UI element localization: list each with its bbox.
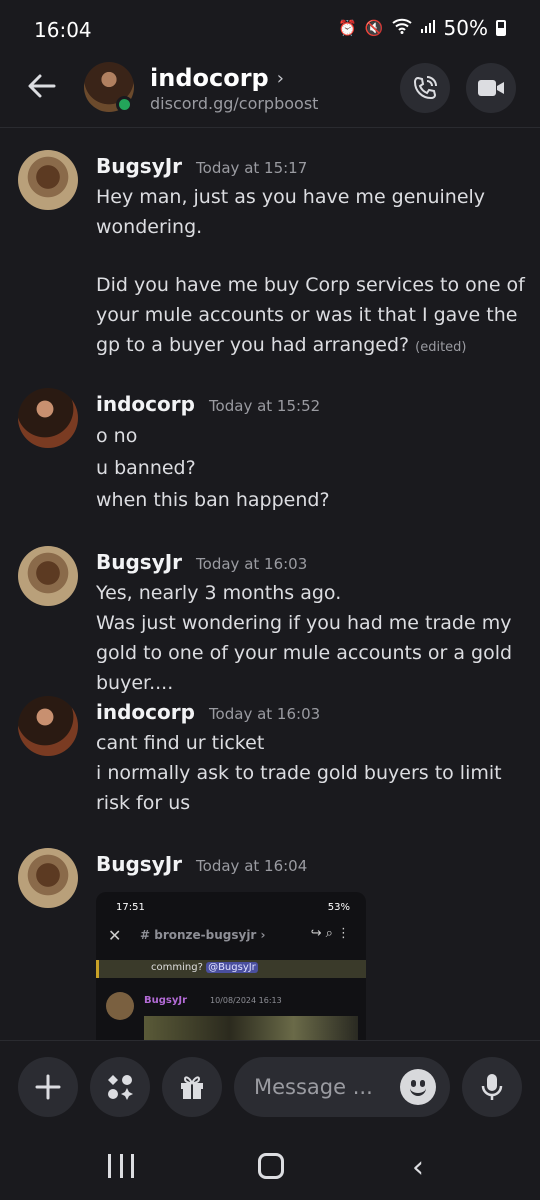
- battery-percent: 50%: [443, 16, 488, 40]
- message-timestamp: Today at 15:52: [208, 397, 321, 415]
- close-icon: ✕: [108, 926, 122, 945]
- message-timestamp: Today at 16:04: [196, 857, 308, 875]
- user-avatar[interactable]: [18, 388, 78, 448]
- channel-header: indocorp › discord.gg/corpboost: [0, 58, 540, 128]
- signal-icon: [420, 18, 436, 38]
- message-timestamp: Today at 15:17: [196, 159, 308, 177]
- wifi-icon: [391, 18, 412, 38]
- message-paragraph: Did you have me buy Corp services to one…: [96, 270, 526, 363]
- header-title[interactable]: indocorp ›: [150, 64, 284, 92]
- microphone-icon: [481, 1074, 503, 1100]
- message-content: Yes, nearly 3 months ago. Was just wonde…: [96, 578, 526, 698]
- message-header: BugsyJr Today at 16:04: [96, 852, 307, 876]
- message-line: Yes, nearly 3 months ago.: [96, 582, 342, 604]
- apps-icon: [108, 1075, 133, 1100]
- gift-icon: [181, 1076, 203, 1099]
- share-icon: ↪ ⌕ ⋮: [310, 926, 350, 941]
- message-line: i normally ask to trade gold buyers to l…: [96, 762, 502, 814]
- attachment-status-time: 17:51: [116, 902, 145, 913]
- message-header: indocorp Today at 15:52: [96, 392, 320, 416]
- mute-icon: 🔇: [364, 19, 384, 37]
- image-attachment[interactable]: 17:51 53% ✕ # bronze-bugsyjr › ↪ ⌕ ⋮ com…: [96, 892, 366, 1040]
- message-content: cant find ur ticket i normally ask to tr…: [96, 728, 526, 818]
- status-time: 16:04: [34, 18, 92, 42]
- banner-text: comming?: [151, 962, 203, 973]
- mention-tag: @BugsyJr: [206, 962, 258, 973]
- user-avatar[interactable]: [18, 696, 78, 756]
- message-author[interactable]: BugsyJr: [96, 154, 182, 178]
- message-input[interactable]: [254, 1057, 394, 1117]
- attachment-author: BugsyJr: [144, 995, 188, 1006]
- message-author[interactable]: BugsyJr: [96, 550, 182, 574]
- attachment-channel-name: # bronze-bugsyjr ›: [140, 928, 266, 942]
- phone-icon: [413, 76, 437, 100]
- message-author[interactable]: indocorp: [96, 392, 195, 416]
- user-avatar[interactable]: [18, 150, 78, 210]
- add-attachment-button[interactable]: [18, 1057, 78, 1117]
- home-button[interactable]: [258, 1153, 284, 1179]
- message-content: o no u banned? when this ban happend?: [96, 420, 526, 516]
- message-content: Hey man, just as you have me genuinely w…: [96, 182, 526, 363]
- message-input-wrapper: [234, 1057, 450, 1117]
- user-avatar[interactable]: [18, 848, 78, 908]
- status-bar: 16:04 ⏰ 🔇 50%: [0, 0, 540, 58]
- message-line: u banned?: [96, 457, 196, 479]
- attachment-image-preview: [144, 1016, 358, 1040]
- message-header: indocorp Today at 16:03: [96, 700, 320, 724]
- status-icons: ⏰ 🔇 50%: [338, 16, 506, 40]
- attachment-banner-text: comming? @BugsyJr: [151, 962, 258, 973]
- chevron-right-icon: ›: [276, 67, 284, 89]
- attachment-date: 10/08/2024 16:13: [210, 996, 282, 1005]
- message-timestamp: Today at 16:03: [208, 705, 321, 723]
- edited-label: (edited): [415, 340, 467, 355]
- message-paragraph: Hey man, just as you have me genuinely w…: [96, 186, 486, 238]
- system-navigation-bar: ‹: [0, 1132, 540, 1200]
- message-line: cant find ur ticket: [96, 732, 265, 754]
- battery-icon: [496, 20, 506, 36]
- system-back-button[interactable]: ‹: [412, 1150, 424, 1185]
- user-avatar[interactable]: [18, 546, 78, 606]
- back-button[interactable]: [24, 68, 60, 104]
- message-line: Was just wondering if you had me trade m…: [96, 612, 513, 694]
- message-author[interactable]: indocorp: [96, 700, 195, 724]
- message-header: BugsyJr Today at 15:17: [96, 154, 307, 178]
- message-author[interactable]: BugsyJr: [96, 852, 182, 876]
- emoji-icon[interactable]: [400, 1069, 436, 1105]
- apps-button[interactable]: [90, 1057, 150, 1117]
- message-header: BugsyJr Today at 16:03: [96, 550, 307, 574]
- alarm-icon: ⏰: [338, 19, 357, 37]
- message-line: when this ban happend?: [96, 489, 330, 511]
- message-list[interactable]: BugsyJr Today at 15:17 Hey man, just as …: [0, 130, 540, 1040]
- voice-message-button[interactable]: [462, 1057, 522, 1117]
- video-call-button[interactable]: [466, 63, 516, 113]
- message-composer: [0, 1040, 540, 1132]
- header-subtitle: discord.gg/corpboost: [150, 94, 319, 113]
- voice-call-button[interactable]: [400, 63, 450, 113]
- message-line: o no: [96, 425, 138, 447]
- message-timestamp: Today at 16:03: [196, 555, 308, 573]
- recent-apps-button[interactable]: [108, 1154, 134, 1178]
- online-status-dot: [116, 96, 133, 113]
- video-camera-icon: [478, 80, 504, 96]
- arrow-left-icon: [28, 74, 56, 98]
- attachment-banner: comming? @BugsyJr: [96, 960, 366, 978]
- attachment-avatar: [106, 992, 134, 1020]
- attachment-status-battery: 53%: [327, 902, 350, 913]
- gift-button[interactable]: [162, 1057, 222, 1117]
- header-username: indocorp: [150, 64, 269, 92]
- plus-icon: [35, 1074, 61, 1100]
